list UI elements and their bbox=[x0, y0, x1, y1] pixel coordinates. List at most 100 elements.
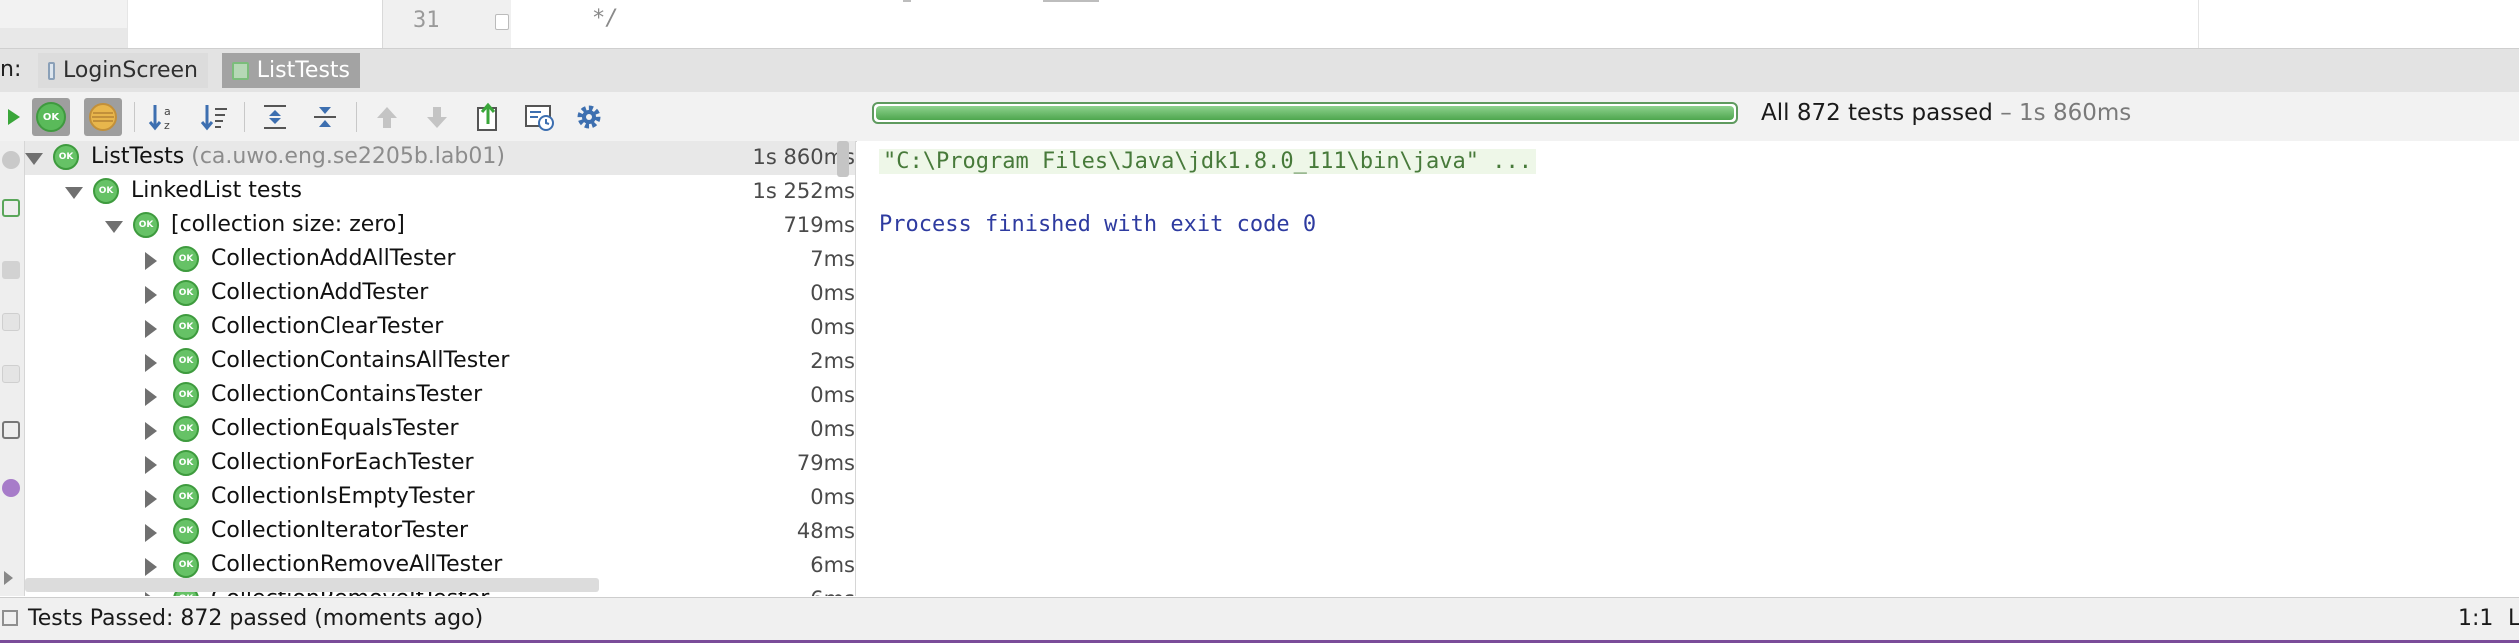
test-history-button[interactable] bbox=[520, 98, 558, 136]
test-tree-row[interactable]: OK [collection size: zero] 719ms bbox=[25, 209, 855, 243]
next-failed-icon bbox=[427, 107, 447, 128]
tab-listtests[interactable]: ListTests bbox=[222, 53, 360, 88]
test-summary: All 872 tests passed – 1s 860ms bbox=[1761, 100, 2131, 126]
test-tree-row[interactable]: OK CollectionClearTester 0ms bbox=[25, 311, 855, 345]
test-tree-row[interactable]: OK CollectionForEachTester 79ms bbox=[25, 447, 855, 481]
test-passed-icon: OK bbox=[93, 178, 119, 204]
test-passed-icon: OK bbox=[173, 246, 199, 272]
test-tree-row[interactable]: OK CollectionAddTester 0ms bbox=[25, 277, 855, 311]
code-line[interactable]: */ bbox=[592, 6, 619, 31]
test-name: CollectionContainsTester bbox=[211, 382, 482, 407]
sort-by-duration-button[interactable] bbox=[196, 98, 234, 136]
tab-loginscreen[interactable]: LoginScreen bbox=[38, 53, 208, 88]
previous-failed-button[interactable] bbox=[368, 98, 406, 136]
test-package: (ca.uwo.eng.se2205b.lab01) bbox=[191, 144, 505, 169]
collapse-all-button[interactable] bbox=[306, 98, 344, 136]
show-ignored-toggle[interactable] bbox=[84, 98, 122, 136]
sort-alphabetically-button[interactable]: a z bbox=[144, 98, 182, 136]
right-margin-guide bbox=[2198, 0, 2199, 48]
test-passed-icon: OK bbox=[173, 450, 199, 476]
test-passed-icon: OK bbox=[173, 416, 199, 442]
expand-arrow-icon[interactable] bbox=[145, 320, 157, 338]
restore-layout-icon[interactable] bbox=[2, 421, 20, 439]
settings-button[interactable] bbox=[570, 98, 608, 136]
test-tree-row[interactable]: OK CollectionIsEmptyTester 0ms bbox=[25, 481, 855, 515]
test-tree-row[interactable]: OK CollectionIteratorTester 48ms bbox=[25, 515, 855, 549]
test-name: LinkedList tests bbox=[131, 178, 302, 203]
status-bar: Tests Passed: 872 passed (moments ago) 1… bbox=[0, 597, 2519, 641]
test-tree-row[interactable]: OK CollectionEqualsTester 0ms bbox=[25, 413, 855, 447]
test-name-text: [collection size: zero] bbox=[171, 212, 405, 237]
collapse-arrow-icon[interactable] bbox=[105, 221, 123, 233]
console-exit-message: Process finished with exit code 0 bbox=[879, 212, 1317, 237]
expand-arrow-icon[interactable] bbox=[145, 456, 157, 474]
test-passed-icon: OK bbox=[173, 280, 199, 306]
expand-arrow-icon[interactable] bbox=[145, 422, 157, 440]
test-name: CollectionIsEmptyTester bbox=[211, 484, 475, 509]
expand-arrow-icon[interactable] bbox=[145, 490, 157, 508]
show-passed-toggle[interactable]: OK bbox=[32, 98, 70, 136]
tab-label: ListTests bbox=[256, 58, 350, 83]
pin-icon[interactable] bbox=[2, 313, 20, 331]
test-name-text: CollectionAddTester bbox=[211, 280, 429, 305]
test-results-tree[interactable]: OK ListTests (ca.uwo.eng.se2205b.lab01) 1s… bbox=[25, 141, 856, 596]
line-number: 31 bbox=[413, 8, 440, 33]
tool-window-toggle-icon[interactable] bbox=[2, 610, 18, 626]
test-duration: 2ms bbox=[810, 349, 855, 373]
tree-horizontal-scrollbar[interactable] bbox=[25, 578, 599, 592]
layout-icon[interactable] bbox=[2, 365, 20, 383]
export-results-icon bbox=[477, 102, 497, 131]
expand-arrow-icon[interactable] bbox=[145, 592, 157, 596]
toolbar-separator bbox=[134, 102, 135, 132]
fold-marker-icon[interactable] bbox=[495, 14, 509, 30]
console-output[interactable]: "C:\Program Files\Java\jdk1.8.0_111\bin\… bbox=[857, 141, 2519, 596]
tab-label: LoginScreen bbox=[63, 58, 198, 83]
svg-text:z: z bbox=[164, 119, 170, 132]
summary-duration: – 1s 860ms bbox=[2000, 100, 2132, 126]
expand-arrow-icon[interactable] bbox=[145, 252, 157, 270]
test-tree-row[interactable]: OK ListTests (ca.uwo.eng.se2205b.lab01) 1s… bbox=[25, 141, 855, 175]
test-name: CollectionClearTester bbox=[211, 314, 443, 339]
show-passed-icon: OK bbox=[36, 102, 66, 132]
status-message[interactable]: Tests Passed: 872 passed (moments ago) bbox=[28, 606, 483, 631]
svg-text:a: a bbox=[164, 105, 171, 118]
expand-arrow-icon[interactable] bbox=[145, 524, 157, 542]
test-tree-row[interactable]: OK CollectionContainsTester 0ms bbox=[25, 379, 855, 413]
stop-icon[interactable] bbox=[2, 151, 20, 169]
run-tab-bar: n: LoginScreen ListTests bbox=[0, 48, 2519, 93]
tree-vertical-scrollbar[interactable] bbox=[837, 141, 849, 177]
test-name-text: ListTests bbox=[91, 144, 185, 169]
console-command-line: "C:\Program Files\Java\jdk1.8.0_111\bin\… bbox=[879, 149, 1537, 174]
next-failed-button[interactable] bbox=[418, 98, 456, 136]
test-duration: 1s 252ms bbox=[752, 179, 855, 203]
test-passed-icon: OK bbox=[173, 518, 199, 544]
export-results-button[interactable] bbox=[470, 98, 508, 136]
collapse-arrow-icon[interactable] bbox=[65, 187, 83, 199]
expand-arrow-icon[interactable] bbox=[145, 388, 157, 406]
test-tree-row[interactable]: OK LinkedList tests 1s 252ms bbox=[25, 175, 855, 209]
expand-arrow-icon[interactable] bbox=[145, 354, 157, 372]
collapse-arrow-icon[interactable] bbox=[25, 153, 43, 165]
line-separator-indicator[interactable]: L bbox=[2508, 606, 2519, 631]
test-duration: 0ms bbox=[810, 281, 855, 305]
rerun-failed-icon[interactable] bbox=[2, 199, 20, 217]
profiler-icon[interactable] bbox=[2, 479, 20, 497]
test-duration: 0ms bbox=[810, 485, 855, 509]
toggle-auto-test-icon[interactable] bbox=[2, 261, 20, 279]
test-name-text: CollectionClearTester bbox=[211, 314, 444, 339]
rerun-button[interactable] bbox=[0, 98, 30, 136]
code-fragment bbox=[1043, 0, 1099, 2]
test-name: ListTests (ca.uwo.eng.se2205b.lab01) bbox=[91, 144, 505, 169]
test-tree-row[interactable]: OK CollectionContainsAllTester 2ms bbox=[25, 345, 855, 379]
collapse-all-icon bbox=[314, 107, 336, 127]
caret-position[interactable]: 1:1 bbox=[2458, 606, 2493, 631]
more-icon[interactable] bbox=[4, 571, 13, 585]
expand-arrow-icon[interactable] bbox=[145, 558, 157, 576]
progress-fill bbox=[876, 106, 1734, 120]
test-tree-row[interactable]: OK CollectionAddAllTester 7ms bbox=[25, 243, 855, 277]
test-passed-icon: OK bbox=[133, 212, 159, 238]
expand-arrow-icon[interactable] bbox=[145, 286, 157, 304]
editor-area[interactable]: 31 */ bbox=[0, 0, 2519, 48]
test-name-text: CollectionIteratorTester bbox=[211, 518, 469, 543]
expand-all-button[interactable] bbox=[256, 98, 294, 136]
